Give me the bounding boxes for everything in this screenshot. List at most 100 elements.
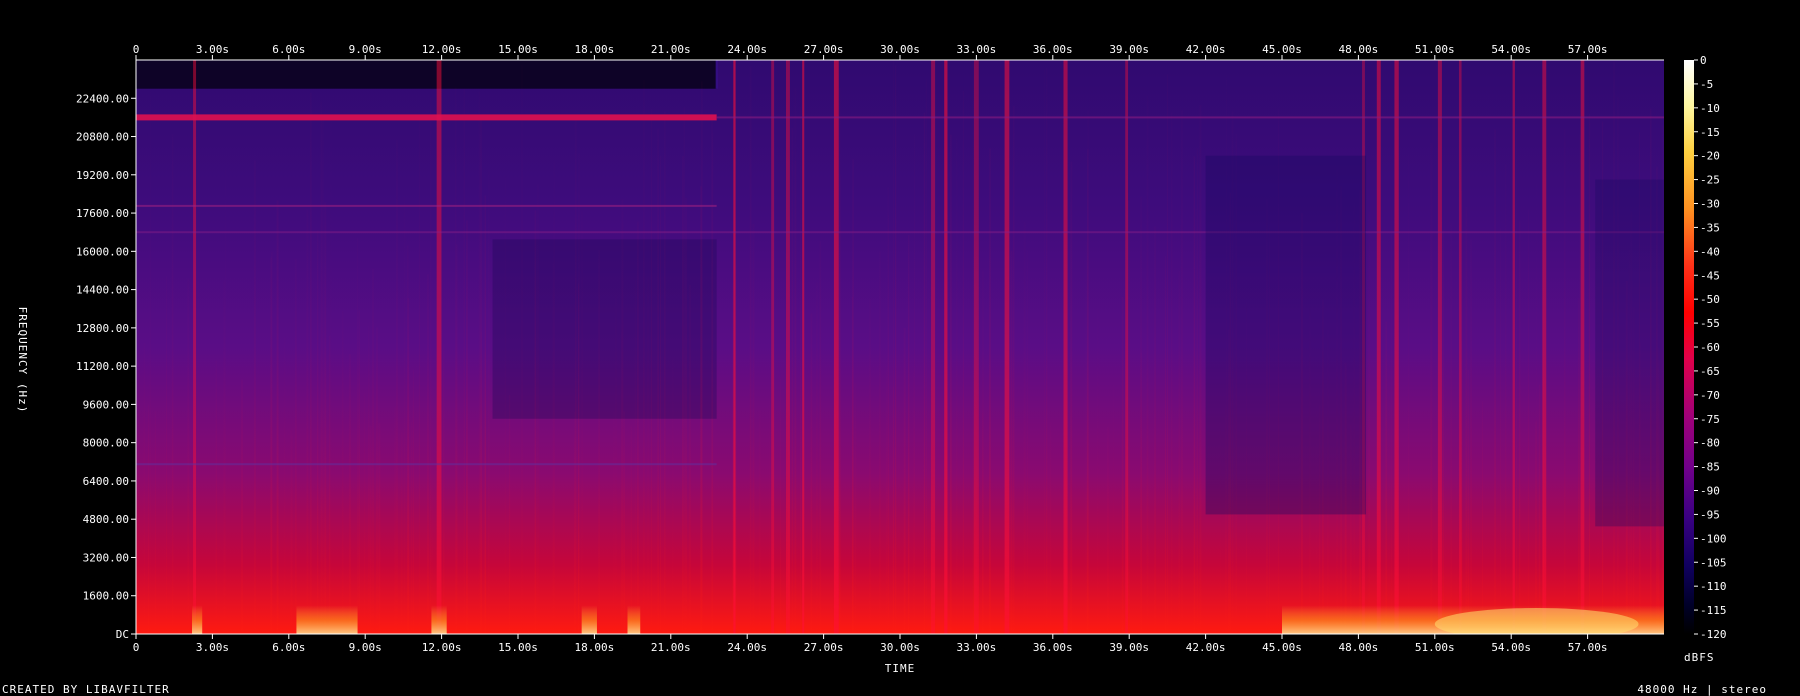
spectral-streak (1050, 422, 1052, 634)
spectral-streak (1408, 154, 1410, 634)
spectral-streak (854, 382, 857, 634)
x-tick-label-bottom: 39.00s (1109, 641, 1149, 654)
spectral-streak (989, 148, 991, 634)
x-tick-label-bottom: 33.00s (957, 641, 997, 654)
spectral-streak (1450, 223, 1453, 634)
spectral-streak (396, 139, 398, 634)
x-tick-label-bottom: 15.00s (498, 641, 538, 654)
high-frequency-tone-band (136, 114, 717, 121)
spectral-streak (1528, 209, 1529, 634)
spectral-streak (276, 200, 279, 634)
spectral-streak (290, 430, 292, 634)
x-tick-label-bottom: 0 (133, 641, 140, 654)
colorbar-tick-label: -90 (1700, 485, 1720, 498)
x-axis-label: TIME (885, 662, 916, 675)
spectral-streak (1121, 297, 1124, 634)
x-tick-label-bottom: 30.00s (880, 641, 920, 654)
spectral-streak (1180, 110, 1183, 634)
x-tick-label-top: 30.00s (880, 43, 920, 56)
spectral-streak (1195, 208, 1197, 634)
spectral-streak (650, 109, 652, 634)
x-tick-label-bottom: 42.00s (1186, 641, 1226, 654)
y-tick-label: 14400.00 (76, 284, 129, 297)
x-axis-top: 0 3.00s 6.00s 9.00s 12.00s 15.00s 18.00s 21.00s… (133, 43, 1664, 61)
spectral-streak (480, 119, 482, 634)
spectral-streak (581, 210, 583, 634)
high-frequency-tone-band (716, 116, 1664, 119)
x-tick-label-top: 27.00s (804, 43, 844, 56)
transient-streak (1580, 60, 1585, 634)
spectral-streak (306, 209, 309, 634)
spectral-streak (291, 435, 293, 634)
spectral-streak (404, 196, 406, 634)
x-tick-label-top: 45.00s (1262, 43, 1302, 56)
spectral-streak (925, 78, 927, 634)
colorbar-tick-label: -110 (1700, 580, 1727, 593)
x-tick-label-top: 51.00s (1415, 43, 1455, 56)
spectral-streak (320, 101, 322, 634)
spectral-streak (166, 276, 167, 634)
colorbar-tick-label: -45 (1700, 269, 1720, 282)
spectral-streak (443, 344, 445, 634)
colorbar-tick-label: -100 (1700, 532, 1727, 545)
spectral-streak (324, 202, 327, 634)
quiet-high-frequency-region (136, 60, 717, 89)
spectral-streak (138, 322, 140, 634)
transient-streak (785, 60, 790, 634)
spectral-streak (634, 280, 636, 634)
spectral-streak (574, 412, 576, 634)
y-tick-label: 4800.00 (83, 513, 129, 526)
x-tick-label-top: 18.00s (575, 43, 615, 56)
y-tick-label: DC (116, 628, 129, 641)
y-tick-label: 3200.00 (83, 551, 129, 564)
colorbar-unit-label: dBFS (1684, 651, 1715, 664)
colorbar-tick-label: -5 (1700, 78, 1713, 91)
colorbar-tick-label: -115 (1700, 604, 1727, 617)
spectral-streak (1087, 110, 1089, 634)
y-tick-label: 1600.00 (83, 590, 129, 603)
spectral-streak (358, 310, 360, 634)
spectral-streak (647, 276, 649, 634)
colorbar-gradient (1684, 60, 1694, 634)
spectral-streak (1140, 196, 1142, 634)
y-axis-label: FREQUENCY (Hz) (16, 307, 29, 414)
spectral-streak (886, 370, 887, 634)
y-tick-label: 17600.00 (76, 207, 129, 220)
x-tick-label-bottom: 12.00s (422, 641, 462, 654)
transient-streak (1437, 60, 1442, 634)
transient-streak (1125, 60, 1129, 634)
spectral-streak (1564, 128, 1566, 634)
spectral-streak (1430, 142, 1433, 634)
spectral-streak (752, 223, 755, 634)
spectral-streak (466, 220, 468, 634)
spectral-streak (1107, 426, 1109, 634)
y-axis: DC 1600.00 3200.00 4800.00 6400.00 8000.00 960… (76, 60, 137, 641)
transient-streak (193, 60, 197, 634)
x-tick-label-bottom: 27.00s (804, 641, 844, 654)
spectral-streak (851, 297, 853, 634)
spectral-streak (321, 118, 324, 634)
spectral-streak (349, 354, 351, 634)
spectral-streak (657, 128, 659, 634)
colorbar-tick-label: -75 (1700, 413, 1720, 426)
low-energy-region (1205, 155, 1367, 515)
spectral-streak (838, 273, 840, 634)
spectral-streak (664, 111, 666, 634)
x-tick-label-top: 48.00s (1339, 43, 1379, 56)
spectral-streak (1499, 228, 1501, 634)
spectral-streak (1465, 207, 1468, 634)
spectral-streak (372, 268, 374, 634)
transient-streak (771, 60, 775, 634)
spectral-streak (1494, 129, 1496, 634)
transient-streak (931, 60, 936, 634)
bright-low-frequency-energy (1434, 608, 1639, 634)
section-boundary (715, 60, 718, 89)
spectral-streak (1538, 384, 1541, 634)
spectral-streak (401, 432, 403, 634)
spectrogram-plot-area (136, 60, 1664, 634)
footer-credit: CREATED BY LIBAVFILTER (2, 683, 170, 696)
spectral-streak (484, 352, 486, 634)
colorbar-tick-label: -25 (1700, 174, 1720, 187)
transient-streak (974, 60, 979, 634)
y-tick-label: 19200.00 (76, 169, 129, 182)
